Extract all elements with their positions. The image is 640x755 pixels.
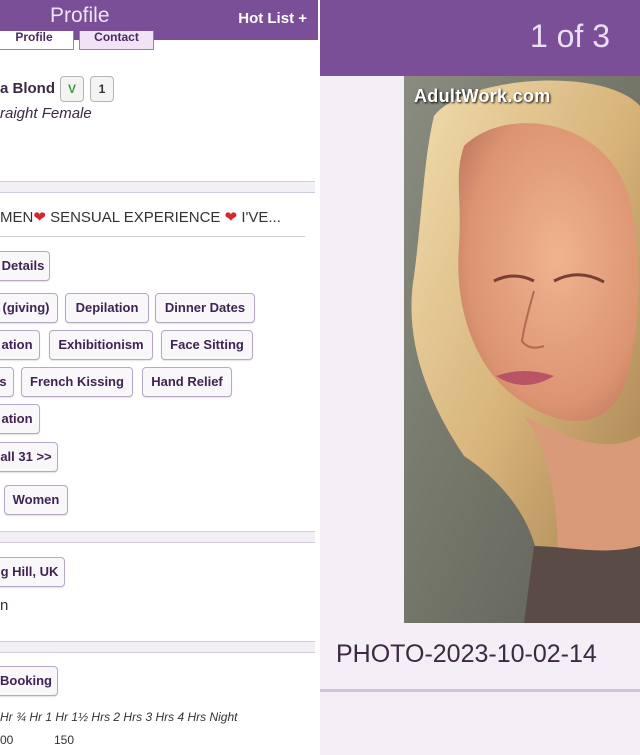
duration-label: Night	[209, 710, 238, 724]
section-divider	[0, 531, 315, 543]
count-badge[interactable]: 1	[90, 76, 114, 102]
profile-photo[interactable]: AdultWork.com	[404, 76, 640, 623]
location-button[interactable]: g Hill, UK	[0, 557, 65, 587]
photo-viewer: 1 of 3 AdultWork.com PHOTO-2023-10-02-14	[320, 0, 640, 755]
headline-part: SENSUAL EXPERIENCE	[45, 209, 225, 226]
photo-header: 1 of 3	[320, 0, 640, 76]
duration-label: 3 Hrs	[145, 710, 175, 724]
service-chip[interactable]: ation	[0, 330, 40, 360]
duration-label: 2 Hrs	[113, 710, 143, 724]
service-chip[interactable]: French Kissing	[21, 367, 133, 397]
service-chip[interactable]: Depilation	[65, 293, 149, 323]
duration-label: 1½ Hrs	[71, 710, 111, 724]
orientation-text: raight Female	[0, 105, 92, 122]
details-button[interactable]: Details	[0, 251, 50, 281]
preference-chip[interactable]: Women	[4, 485, 68, 515]
hot-list-button[interactable]: Hot List +	[238, 10, 307, 27]
service-chip[interactable]: Exhibitionism	[49, 330, 153, 360]
service-chip[interactable]: Dinner Dates	[155, 293, 255, 323]
rate-price: 00	[0, 733, 14, 747]
tab-contact[interactable]: Contact	[79, 31, 154, 50]
rate-price: 150	[54, 733, 75, 747]
duration-label: Hr	[0, 710, 13, 724]
headline-part: MEN	[0, 209, 34, 226]
profile-tabs: Profile Contact	[0, 31, 320, 50]
tab-profile[interactable]: Profile	[0, 31, 74, 50]
portrait-image	[404, 76, 640, 623]
view-all-services-link[interactable]: all 31 >>	[0, 442, 58, 472]
caption-underline	[320, 689, 640, 692]
profile-headline: MEN❤ SENSUAL EXPERIENCE ❤ I'VE...	[0, 208, 305, 237]
rate-durations: Hr ¾ Hr 1 Hr 1½ Hrs 2 Hrs 3 Hrs 4 Hrs Ni…	[0, 710, 237, 724]
photo-caption: PHOTO-2023-10-02-14	[336, 640, 597, 668]
service-chip[interactable]: ation	[0, 404, 40, 434]
service-chip[interactable]: Hand Relief	[142, 367, 232, 397]
booking-button[interactable]: Booking	[0, 666, 58, 696]
duration-label: 1 Hr	[45, 710, 69, 724]
service-chip[interactable]: s	[0, 367, 14, 397]
duration-label: 4 Hrs	[177, 710, 207, 724]
heart-icon: ❤	[33, 209, 46, 226]
header-title: Profile	[50, 4, 110, 27]
section-divider	[0, 641, 315, 653]
service-chip[interactable]: (giving)	[0, 293, 58, 323]
photo-watermark: AdultWork.com	[414, 86, 551, 106]
profile-panel: Profile Hot List + Profile Contact a Blo…	[0, 0, 320, 755]
photo-counter: 1 of 3	[529, 18, 610, 54]
service-chip[interactable]: Face Sitting	[161, 330, 253, 360]
duration-label: ¾ Hr	[16, 710, 43, 724]
location-detail: n	[0, 597, 9, 614]
profile-name: a Blond	[0, 80, 55, 97]
verified-badge[interactable]: V	[60, 76, 84, 102]
headline-part: I'VE...	[237, 209, 281, 226]
section-divider	[0, 181, 315, 193]
heart-icon: ❤	[224, 209, 238, 226]
